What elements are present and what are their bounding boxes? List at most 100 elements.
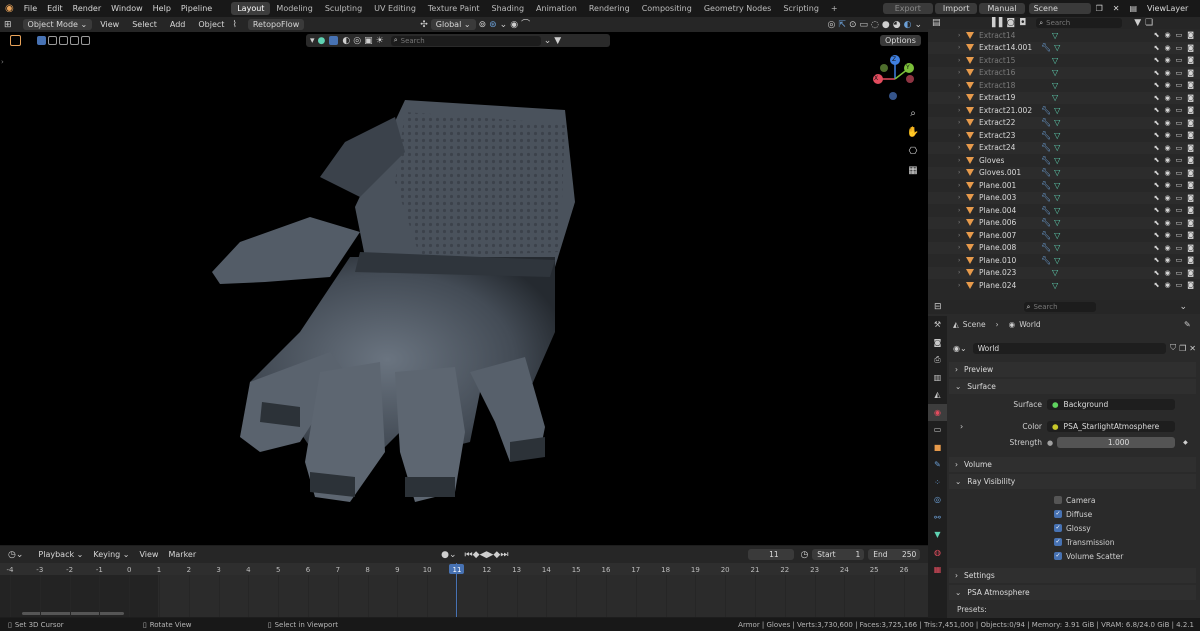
add-workspace-button[interactable]: + [825,2,844,15]
expand-arrow-icon[interactable]: › [958,44,966,51]
viewport-menu-add[interactable]: Add [165,20,191,29]
mesh-data-icon[interactable]: ▽ [1054,131,1060,140]
checkbox[interactable] [1054,496,1062,504]
expand-arrow-icon[interactable]: › [958,132,966,139]
viewport-toggle-icon[interactable]: ▭ [1176,81,1183,89]
ray-visibility-0[interactable]: Camera [1054,493,1123,507]
render-toggle-icon[interactable]: ▐▐ [989,17,1003,29]
expand-arrow-icon[interactable]: › [958,169,966,176]
visibility-eye-icon[interactable]: ◉ [1164,31,1170,39]
viewport-menu-object[interactable]: Object [193,20,229,29]
play-reverse-icon[interactable]: ◀ [480,549,487,561]
panel-preview[interactable]: › Preview [949,362,1196,377]
object-tab-icon[interactable]: ■ [928,439,947,457]
modifier-wrench-icon[interactable]: 🔧︎ [1041,156,1051,165]
outliner-item-name[interactable]: Extract14.001 [979,43,1041,52]
outliner-item-name[interactable]: Plane.003 [979,193,1041,202]
select-toggle-icon[interactable]: ⬉ [1154,81,1160,89]
particles-tab-icon[interactable]: ⁘ [928,474,947,492]
viewport-toggle-icon[interactable]: ▭ [1176,244,1183,252]
visibility-eye-icon[interactable]: ◉ [1164,256,1170,264]
tab-animation[interactable]: Animation [530,2,583,15]
outliner-item-name[interactable]: Extract19 [979,93,1041,102]
select-toggle-icon[interactable]: ⬉ [1154,131,1160,139]
expand-arrow-icon[interactable]: › [958,82,966,89]
view-layer-tab-icon[interactable]: ▥ [928,369,947,387]
menu-pipeline[interactable]: Pipeline [176,4,217,13]
export-button[interactable]: Export [882,3,933,14]
menu-render[interactable]: Render [68,4,106,13]
render-toggle-icon[interactable]: ◙ [1187,256,1194,264]
world-tab-icon[interactable]: ◉ [928,403,947,421]
tab-modeling[interactable]: Modeling [270,2,318,15]
zoom-icon[interactable]: ⌕ [905,106,921,122]
overlay-icon[interactable]: ◎ [353,35,361,47]
expand-arrow-icon[interactable]: › [958,157,966,164]
properties-options-icon[interactable]: ⌄ [1180,301,1188,313]
retopoflow-button[interactable]: RetopoFlow [247,19,305,30]
visibility-eye-icon[interactable]: ◉ [1164,131,1170,139]
scene-selector[interactable]: Scene [1028,3,1091,14]
render-toggle-icon[interactable]: ◙ [1187,56,1194,64]
expand-arrow-icon[interactable]: › [958,57,966,64]
modifier-wrench-icon[interactable]: 🔧︎ [1041,43,1051,52]
render-toggle-icon[interactable]: ◙ [1187,106,1194,114]
viewport-toggle-icon[interactable]: ▭ [1176,219,1183,227]
tab-texture-paint[interactable]: Texture Paint [422,2,486,15]
dropdown-icon[interactable]: ⌄ [544,35,552,47]
viewport-search-input[interactable]: ⌕ Search [390,35,541,46]
breadcrumb-scene[interactable]: Scene [963,320,986,329]
viewport-toggle-icon[interactable]: ▭ [1176,106,1183,114]
mesh-data-icon[interactable]: ▽ [1054,243,1060,252]
scene-copy-icon[interactable]: ❐ [1091,4,1108,13]
select-toggle-icon[interactable]: ⬉ [1154,244,1160,252]
outliner-row[interactable]: › Plane.004 🔧︎ ▽ ⬉ ◉ ▭ ◙ [928,204,1200,217]
visibility-icon[interactable]: ◎ [828,19,836,31]
select-toggle-icon[interactable]: ⬉ [1154,94,1160,102]
render-tab-icon[interactable]: ◙ [928,334,947,352]
light-filter-icon[interactable]: ☀ [376,35,384,47]
outliner-row[interactable]: › Extract14 ▽ ⬉ ◉ ▭ ◙ [928,29,1200,42]
select-toggle-icon[interactable]: ⬉ [1154,169,1160,177]
tab-uv-editing[interactable]: UV Editing [368,2,422,15]
expand-arrow-icon[interactable]: › [958,144,966,151]
mode-selector[interactable]: Object Mode ⌄ [22,19,93,30]
world-browse-icon[interactable]: ◉⌄ [953,344,967,353]
checkbox[interactable]: ✓ [1054,538,1062,546]
shading-icon[interactable]: ◐ [342,35,350,47]
surface-shader-field[interactable]: ● Background [1047,399,1175,410]
record-icon[interactable]: ● [441,549,449,561]
visibility-eye-icon[interactable]: ◉ [1164,56,1170,64]
pan-hand-icon[interactable]: ✋ [905,125,921,141]
falloff-icon[interactable]: ⌒ [521,19,530,31]
viewport-toggle-icon[interactable]: ▭ [1176,56,1183,64]
perspective-grid-icon[interactable]: ▦ [905,163,921,179]
color-input-field[interactable]: ● PSA_StarlightAtmosphere [1047,421,1175,432]
timeline-playback-menu[interactable]: Playback ⌄ [33,550,88,559]
timeline-scrollbar[interactable] [22,612,124,615]
viewport-toggle-icon[interactable]: ▭ [1176,94,1183,102]
visibility-eye-icon[interactable]: ◉ [1164,156,1170,164]
visibility-eye-icon[interactable]: ◉ [1164,244,1170,252]
modifier-wrench-icon[interactable]: 🔧︎ [1041,181,1051,190]
prev-keyframe-icon[interactable]: ◆ [473,549,480,561]
modifier-wrench-icon[interactable]: 🔧︎ [1041,168,1051,177]
select-toggle-icon[interactable]: ⬉ [1154,119,1160,127]
mesh-data-icon[interactable]: ▽ [1052,56,1058,65]
navigation-gizmo[interactable]: X Z Y [870,54,920,104]
new-collection-icon[interactable]: ❏ [1145,17,1153,29]
clock-icon[interactable]: ◷ [800,549,808,561]
mesh-data-icon[interactable]: ▽ [1054,231,1060,240]
mesh-data-icon[interactable]: ▽ [1054,106,1060,115]
panel-volume[interactable]: › Volume [949,457,1196,472]
transform-orientation-icon[interactable]: ✣ [420,19,428,31]
render-toggle-icon[interactable]: ◙ [1187,206,1194,214]
start-frame-field[interactable]: Start 1 [812,549,865,560]
render-camera-icon[interactable]: ◙ [1006,17,1015,29]
viewlayer-name[interactable]: ViewLayer [1142,4,1200,13]
outliner-item-name[interactable]: Extract15 [979,56,1041,65]
gizmo-toggle-icon[interactable]: ⇱ [838,19,846,31]
render-toggle-icon[interactable]: ◙ [1187,181,1194,189]
next-keyframe-icon[interactable]: ◆ [493,549,500,561]
mesh-data-icon[interactable]: ▽ [1052,81,1058,90]
